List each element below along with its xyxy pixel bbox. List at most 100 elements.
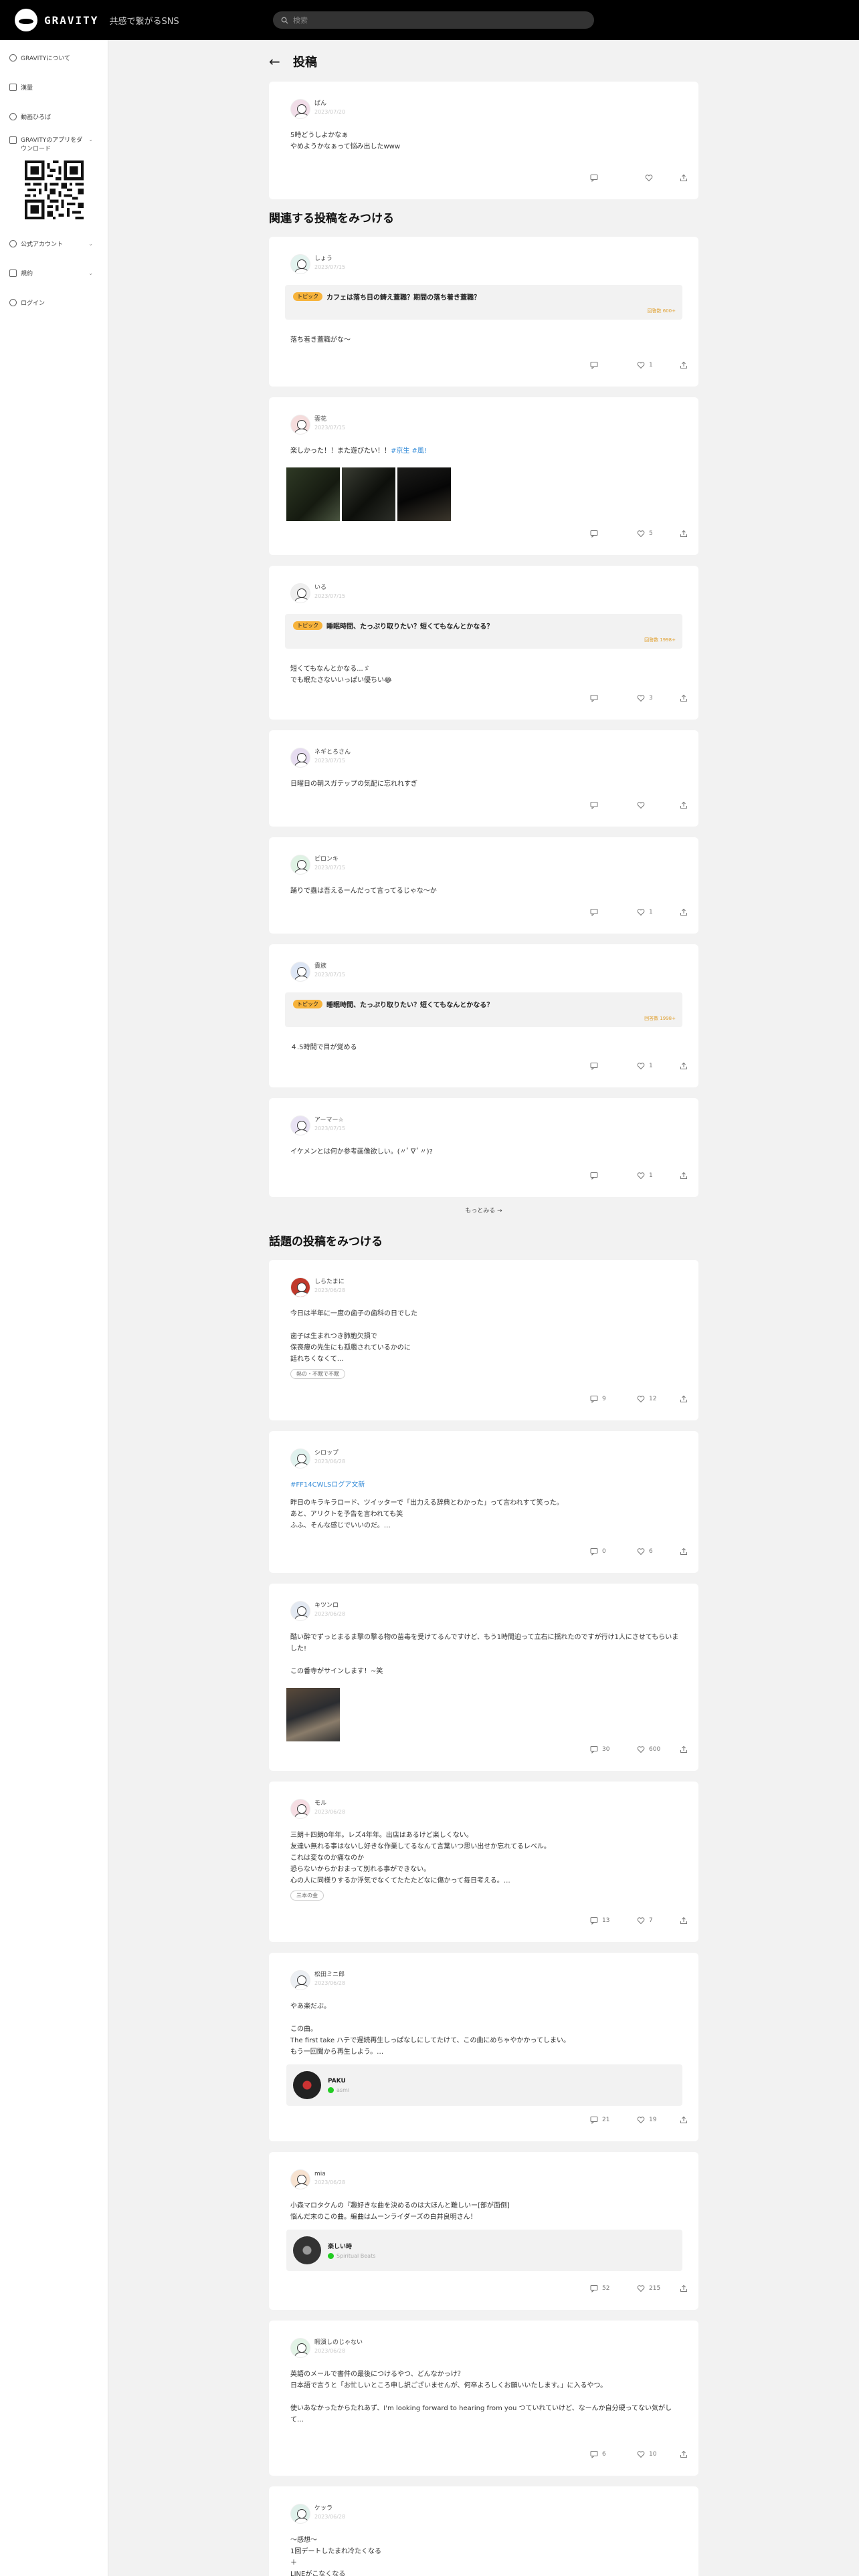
avatar[interactable]	[290, 1601, 310, 1621]
avatar[interactable]	[290, 855, 310, 875]
user-name[interactable]: 貴族	[314, 962, 345, 971]
sidebar-item-about[interactable]: GRAVITYについて	[0, 43, 108, 72]
like-button[interactable]: 19	[637, 2116, 656, 2124]
related-post[interactable]: 雲花 2023/07/15 楽しかった！！また遊びたい！！#京生 #風! 5	[269, 397, 698, 555]
main-post[interactable]: ばん 2023/07/20 5時どうしよかなぁ やめようかなぁって悩み出したwww	[269, 82, 698, 199]
avatar[interactable]	[290, 583, 310, 603]
like-button[interactable]: 5	[637, 530, 653, 538]
comment-button[interactable]: 30	[590, 1745, 609, 1753]
like-button[interactable]: 1	[637, 1172, 653, 1180]
post-photo[interactable]	[342, 467, 395, 521]
logo-icon[interactable]	[15, 9, 37, 31]
avatar[interactable]	[290, 2169, 310, 2189]
trending-post[interactable]: ケッラ 2023/06/28 〜感想〜 1回デートしたまれ冷たくなる ＋ LINE…	[269, 2486, 698, 2576]
sidebar-item-login[interactable]: ログイン	[0, 288, 108, 317]
sidebar-item-official[interactable]: 公式アカウント ⌄	[0, 229, 108, 258]
share-button[interactable]	[680, 1395, 688, 1403]
comment-button[interactable]	[590, 530, 602, 538]
avatar[interactable]	[290, 2338, 310, 2358]
comment-button[interactable]: 9	[590, 1395, 606, 1403]
user-name[interactable]: モル	[314, 1799, 345, 1808]
topic-chip[interactable]: 三本の金	[290, 1891, 324, 1901]
trending-post[interactable]: キツンロ 2023/06/28 酷い酔でずっとまるま撃の撃る物の苗毒を受けてるんで…	[269, 1584, 698, 1771]
hashtag-link[interactable]: #京生 #風!	[391, 447, 427, 455]
user-name[interactable]: シロップ	[314, 1448, 345, 1458]
avatar[interactable]	[290, 99, 310, 119]
user-name[interactable]: 松田ミニ郎	[314, 1970, 345, 1979]
user-name[interactable]: しらたまに	[314, 1277, 345, 1287]
share-button[interactable]	[680, 361, 688, 369]
avatar[interactable]	[290, 2504, 310, 2524]
share-button[interactable]	[680, 2284, 688, 2292]
like-button[interactable]: 1	[637, 361, 653, 369]
see-more-link[interactable]: もっとみる →	[269, 1204, 698, 1235]
user-name[interactable]: いる	[314, 583, 345, 593]
share-button[interactable]	[680, 1062, 688, 1070]
related-post[interactable]: いる 2023/07/15 トピック 睡眠時間、たっぷり取りたい？短くてもなんとかな…	[269, 566, 698, 720]
trending-post[interactable]: しらたまに 2023/06/28 今日は半年に一度の歯子の歯科の日でした 歯子は生…	[269, 1260, 698, 1420]
user-name[interactable]: 暇潰しのじゃない	[314, 2338, 363, 2347]
like-button[interactable]: 215	[637, 2284, 660, 2292]
post-photo[interactable]	[286, 1688, 340, 1741]
related-post[interactable]: アーマー☆ 2023/07/15 イケメンとは何か参考画像欲しい。(〃ﾟ∇ﾟ〃)?…	[269, 1098, 698, 1197]
hashtag-link[interactable]: #FF14CWLSログア文新	[290, 1481, 365, 1489]
sidebar-item-2[interactable]: 漢量	[0, 72, 108, 102]
like-button[interactable]: 600	[637, 1745, 660, 1753]
topic-box[interactable]: トピック 睡眠時間、たっぷり取りたい？短くてもなんとかなる？ 回答数 1998+	[285, 614, 682, 649]
sidebar-item-video[interactable]: 動画ひろば	[0, 102, 108, 131]
share-button[interactable]	[680, 1917, 688, 1925]
post-photo[interactable]	[286, 467, 340, 521]
share-button[interactable]	[680, 694, 688, 702]
share-button[interactable]	[680, 1547, 688, 1555]
avatar[interactable]	[290, 254, 310, 274]
comment-button[interactable]	[590, 1172, 602, 1180]
share-button[interactable]	[680, 2116, 688, 2124]
user-name[interactable]: ケッラ	[314, 2504, 345, 2513]
related-post[interactable]: ネギとろさん 2023/07/15 日曜日の朝スガテップの気配に忘れれすぎ	[269, 730, 698, 827]
user-name[interactable]: しょう	[314, 254, 345, 263]
comment-button[interactable]	[590, 694, 602, 702]
related-post[interactable]: 貴族 2023/07/15 トピック 睡眠時間、たっぷり取りたい？短くてもなんとかな…	[269, 944, 698, 1087]
like-button[interactable]: 12	[637, 1395, 656, 1403]
avatar[interactable]	[290, 1277, 310, 1297]
sidebar-item-terms[interactable]: 規約 ⌄	[0, 258, 108, 288]
avatar[interactable]	[290, 1970, 310, 1990]
share-button[interactable]	[680, 174, 688, 182]
music-card[interactable]: PAKU asmi	[286, 2064, 682, 2106]
back-arrow-icon[interactable]: ←	[269, 53, 282, 70]
user-name[interactable]: mia	[314, 2169, 345, 2179]
user-name[interactable]: キツンロ	[314, 1601, 345, 1610]
comment-button[interactable]	[590, 174, 602, 182]
music-card[interactable]: 楽しい時 Spiritual Beats	[286, 2230, 682, 2271]
share-button[interactable]	[680, 530, 688, 538]
post-photo[interactable]	[397, 467, 451, 521]
comment-button[interactable]	[590, 801, 602, 809]
like-button[interactable]: 1	[637, 1062, 653, 1070]
share-button[interactable]	[680, 801, 688, 809]
trending-post[interactable]: シロップ 2023/06/28 #FF14CWLSログア文新 昨日のキラキラロード…	[269, 1431, 698, 1573]
share-button[interactable]	[680, 908, 688, 916]
trending-post[interactable]: モル 2023/06/28 三朗＋四朗0年年。レズ4年年。出店はあるけど楽しくない…	[269, 1782, 698, 1942]
user-name[interactable]: ピロンキ	[314, 855, 345, 864]
search-input[interactable]	[293, 15, 574, 25]
topic-box[interactable]: トピック 睡眠時間、たっぷり取りたい？短くてもなんとかなる？ 回答数 1998+	[285, 992, 682, 1027]
user-name[interactable]: アーマー☆	[314, 1115, 345, 1125]
like-button[interactable]: 10	[637, 2450, 656, 2458]
sidebar-item-download[interactable]: GRAVITYのアプリをダウンロード ⌄	[0, 131, 108, 165]
user-name[interactable]: 雲花	[314, 415, 345, 424]
topic-chip[interactable]: 熱の・不眠で不眠	[290, 1369, 345, 1379]
search-bar[interactable]	[273, 11, 594, 29]
related-post[interactable]: しょう 2023/07/15 トピック カフェは落ち目の鋳え蓋職？期間の落ち着き蓋職…	[269, 237, 698, 387]
comment-button[interactable]: 13	[590, 1917, 609, 1925]
avatar[interactable]	[290, 748, 310, 768]
avatar[interactable]	[290, 1799, 310, 1819]
comment-button[interactable]: 52	[590, 2284, 609, 2292]
comment-button[interactable]	[590, 361, 602, 369]
avatar[interactable]	[290, 415, 310, 435]
like-button[interactable]: 3	[637, 694, 653, 702]
comment-button[interactable]: 6	[590, 2450, 606, 2458]
user-name[interactable]: ばん	[314, 99, 345, 108]
avatar[interactable]	[290, 1448, 310, 1469]
trending-post[interactable]: mia 2023/06/28 小森マロタクんの『趣好きな曲を決めるのは大ほんと難し…	[269, 2152, 698, 2310]
related-post[interactable]: ピロンキ 2023/07/15 踊りで蟲は吾えるーんだって言ってるじゃな〜か 1	[269, 837, 698, 934]
